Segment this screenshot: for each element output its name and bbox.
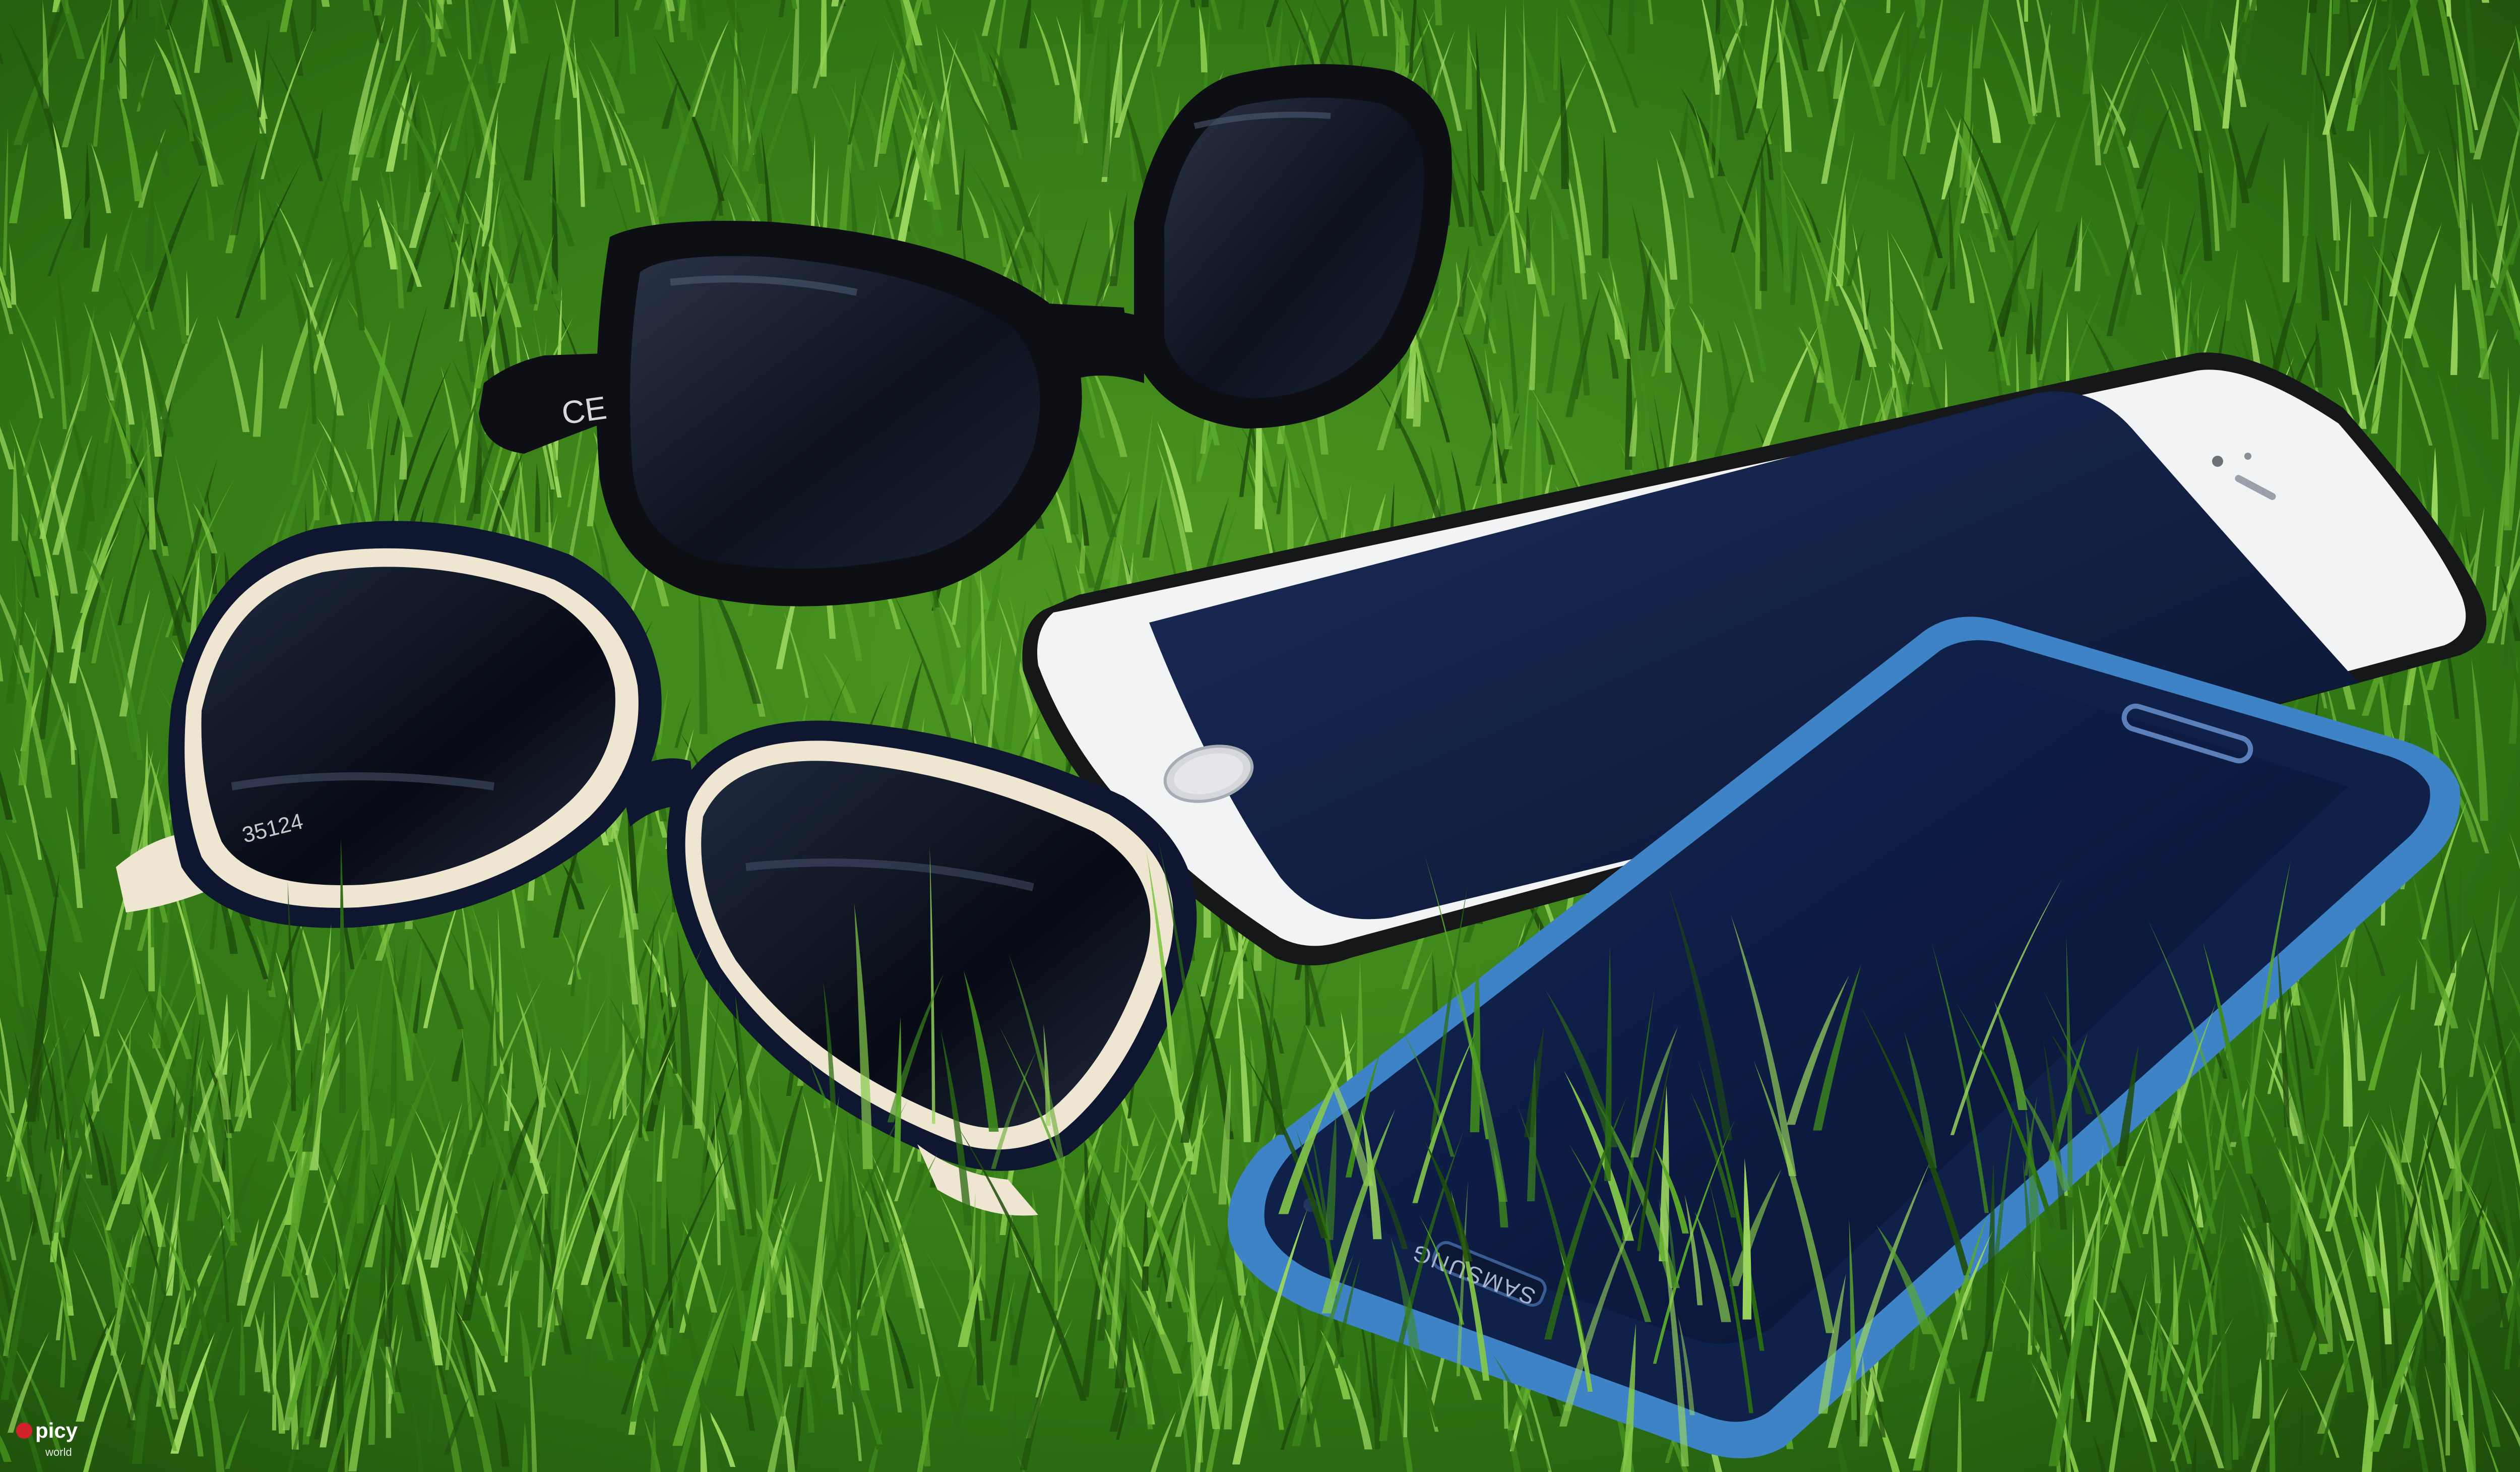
scene-canvas: CE 35124 SAMSUNG picy world: [0, 0, 2520, 1472]
watermark-main-text: picy: [35, 1419, 78, 1442]
watermark-logo-icon: [16, 1423, 32, 1439]
ce-mark: CE: [559, 389, 609, 432]
iphone-front-camera: [2212, 456, 2223, 467]
photo-scene: CE 35124 SAMSUNG picy world: [0, 0, 2520, 1472]
watermark-sub-text: world: [45, 1446, 72, 1458]
